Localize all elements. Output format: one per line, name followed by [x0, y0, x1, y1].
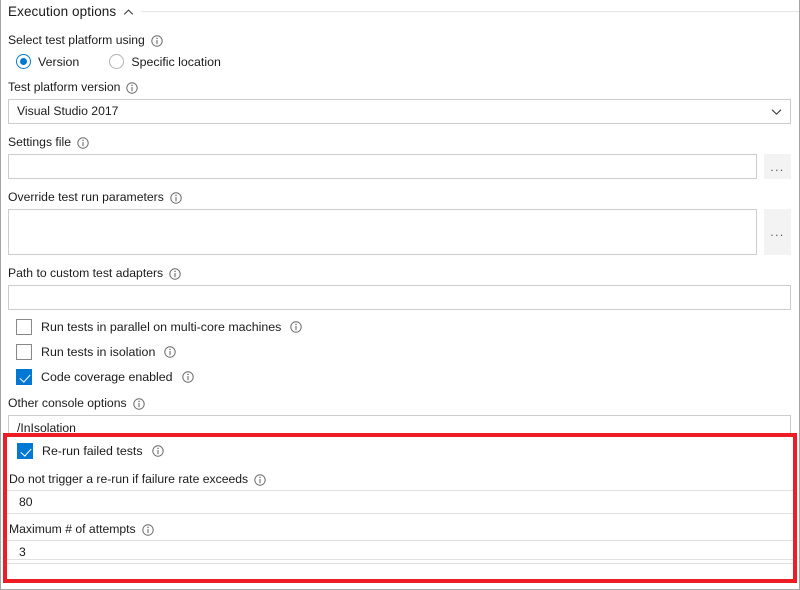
run-parallel-checkbox[interactable] [16, 319, 32, 335]
max-attempts-label: Maximum # of attempts [7, 522, 793, 537]
rerun-failed-tests-label-text: Re-run failed tests [42, 443, 143, 458]
rerun-failed-tests-checkbox[interactable] [17, 442, 33, 459]
custom-adapters-label-text: Path to custom test adapters [8, 266, 164, 280]
radio-version-dot[interactable] [16, 54, 31, 69]
failure-rate-threshold-label-text: Do not trigger a re-run if failure rate … [9, 472, 249, 486]
info-icon[interactable] [169, 267, 181, 280]
info-icon[interactable] [170, 191, 182, 204]
run-isolation-label: Run tests in isolation [41, 345, 177, 359]
run-parallel-row[interactable]: Run tests in parallel on multi-core mach… [8, 319, 791, 335]
platform-version-dropdown[interactable]: Visual Studio 2017 [8, 99, 791, 124]
custom-adapters-label: Path to custom test adapters [8, 266, 791, 281]
rerun-settings-highlight-box: Re-run failed tests Do not trigger a re-… [3, 433, 797, 583]
radio-specific-location-dot[interactable] [109, 54, 125, 69]
run-parallel-label: Run tests in parallel on multi-core mach… [41, 320, 303, 334]
info-icon[interactable] [77, 136, 89, 149]
failure-rate-threshold-label: Do not trigger a re-run if failure rate … [7, 472, 793, 487]
select-platform-label: Select test platform using [8, 33, 791, 48]
info-icon[interactable] [126, 81, 139, 94]
chevron-up-icon[interactable] [123, 7, 134, 18]
rerun-settings-group: Re-run failed tests Do not trigger a re-… [7, 437, 793, 579]
max-attempts-label-text: Maximum # of attempts [9, 522, 136, 536]
override-parameters-label: Override test run parameters [8, 190, 791, 205]
info-icon[interactable] [151, 444, 164, 457]
radio-version-label: Version [38, 54, 80, 69]
run-isolation-checkbox[interactable] [16, 344, 32, 360]
settings-file-browse-button[interactable]: ... [764, 154, 791, 179]
settings-file-label: Settings file [8, 135, 791, 150]
code-coverage-label: Code coverage enabled [41, 370, 194, 384]
execution-options-panel: Execution options Select test platform u… [0, 0, 800, 590]
settings-file-row: ... [8, 154, 791, 179]
info-icon[interactable] [254, 473, 266, 486]
info-icon[interactable] [164, 346, 177, 358]
page-title: Execution options [8, 3, 117, 19]
run-isolation-row[interactable]: Run tests in isolation [8, 344, 791, 360]
platform-radio-group[interactable]: Version Specific location [8, 54, 791, 69]
override-parameters-row: ... [8, 209, 791, 255]
custom-adapters-row [8, 285, 791, 310]
info-icon[interactable] [290, 321, 303, 333]
run-isolation-label-text: Run tests in isolation [41, 345, 156, 359]
settings-file-input[interactable] [8, 154, 757, 179]
rerun-failed-tests-row[interactable]: Re-run failed tests [7, 437, 793, 464]
other-console-options-label-text: Other console options [8, 396, 127, 410]
rerun-failed-tests-label: Re-run failed tests [42, 444, 164, 458]
other-console-options-label: Other console options [8, 396, 791, 411]
settings-file-label-text: Settings file [8, 135, 72, 149]
info-icon[interactable] [151, 34, 163, 47]
select-platform-label-text: Select test platform using [8, 33, 145, 47]
code-coverage-row[interactable]: Code coverage enabled [8, 369, 791, 385]
override-parameters-label-text: Override test run parameters [8, 190, 164, 204]
radio-option-specific-location[interactable]: Specific location [109, 54, 221, 69]
platform-version-row: Visual Studio 2017 [8, 99, 791, 124]
options-body: Select test platform using Version Speci… [1, 33, 799, 440]
platform-version-label: Test platform version [8, 80, 791, 95]
custom-adapters-input[interactable] [8, 285, 791, 310]
platform-version-label-text: Test platform version [8, 80, 121, 94]
group-bottom-divider [7, 559, 793, 579]
code-coverage-label-text: Code coverage enabled [41, 370, 173, 384]
override-parameters-textarea[interactable] [8, 209, 757, 255]
info-icon[interactable] [181, 371, 194, 383]
override-parameters-browse-button[interactable]: ... [764, 209, 791, 255]
radio-option-version[interactable]: Version [16, 54, 79, 69]
code-coverage-checkbox[interactable] [16, 369, 32, 385]
failure-rate-threshold-input[interactable] [7, 490, 793, 514]
header-divider [141, 10, 799, 12]
platform-version-value[interactable]: Visual Studio 2017 [8, 99, 791, 124]
radio-specific-location-label: Specific location [131, 54, 221, 69]
section-header[interactable]: Execution options [1, 0, 799, 22]
run-parallel-label-text: Run tests in parallel on multi-core mach… [41, 320, 282, 334]
info-icon[interactable] [141, 523, 154, 536]
info-icon[interactable] [132, 397, 145, 410]
